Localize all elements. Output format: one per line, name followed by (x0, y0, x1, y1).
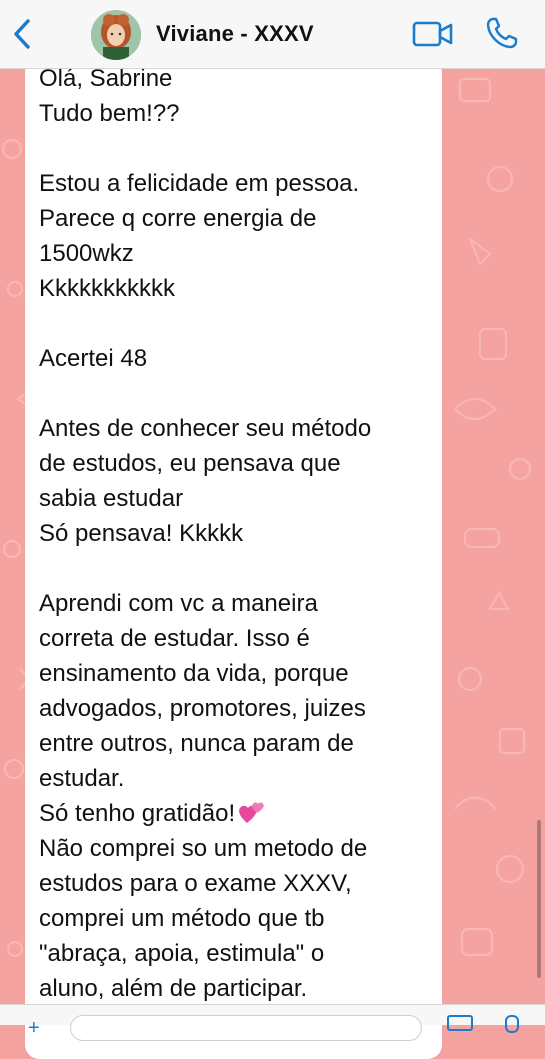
message-line: sabia estudar (39, 485, 184, 512)
message-line: Acertei 48 (39, 345, 148, 372)
message-line: correta de estudar. Isso é (39, 625, 310, 652)
message-line: Tudo bem!?? (39, 100, 180, 127)
camera-icon[interactable] (447, 1015, 473, 1031)
chat-header: Viviane - XXXV (0, 0, 545, 69)
message-line: estudos para o exame XXXV, (39, 870, 352, 897)
contact-name[interactable]: Viviane - XXXV (156, 21, 314, 47)
message-line: Só pensava! Kkkkk (39, 520, 244, 547)
microphone-icon[interactable] (505, 1015, 519, 1033)
message-line: ensinamento da vida, porque (39, 660, 349, 687)
message-line: de estudos, eu pensava que (39, 450, 341, 477)
message-line: estudar. (39, 765, 125, 792)
message-line: advogados, promotores, juizes (39, 695, 366, 722)
message-line: Antes de conhecer seu método (39, 415, 372, 442)
chevron-left-icon[interactable] (8, 16, 38, 52)
message-bubble[interactable]: Olá, Sabrine Tudo bem!?? Estou a felicid… (25, 59, 442, 1059)
message-line: Parece q corre energia de (39, 205, 317, 232)
composer-bar: + (0, 1004, 545, 1041)
message-line: aluno, além de participar. (39, 975, 308, 1002)
message-line: Aprendi com vc a maneira (39, 590, 318, 617)
message-line: Kkkkkkkkkkk (39, 275, 176, 302)
phone-call-icon[interactable] (485, 16, 519, 50)
plus-icon[interactable]: + (28, 1017, 40, 1040)
message-line: Não comprei so um metodo de (39, 835, 368, 862)
message-line: Estou a felicidade em pessoa. (39, 170, 360, 197)
message-line: comprei um método que tb (39, 905, 325, 932)
message-line: "abraça, apoia, estimula" o (39, 940, 325, 967)
scrollbar[interactable] (537, 820, 541, 978)
message-line-text: Só tenho gratidão! (39, 800, 236, 827)
message-line: 1500wkz (39, 240, 134, 267)
message-input[interactable] (70, 1015, 422, 1041)
two-hearts-emoji-icon (239, 802, 264, 823)
avatar[interactable] (91, 10, 141, 60)
message-line-gratitude: Só tenho gratidão! (39, 797, 267, 831)
video-call-icon[interactable] (412, 20, 454, 48)
message-line: entre outros, nunca param de (39, 730, 354, 757)
